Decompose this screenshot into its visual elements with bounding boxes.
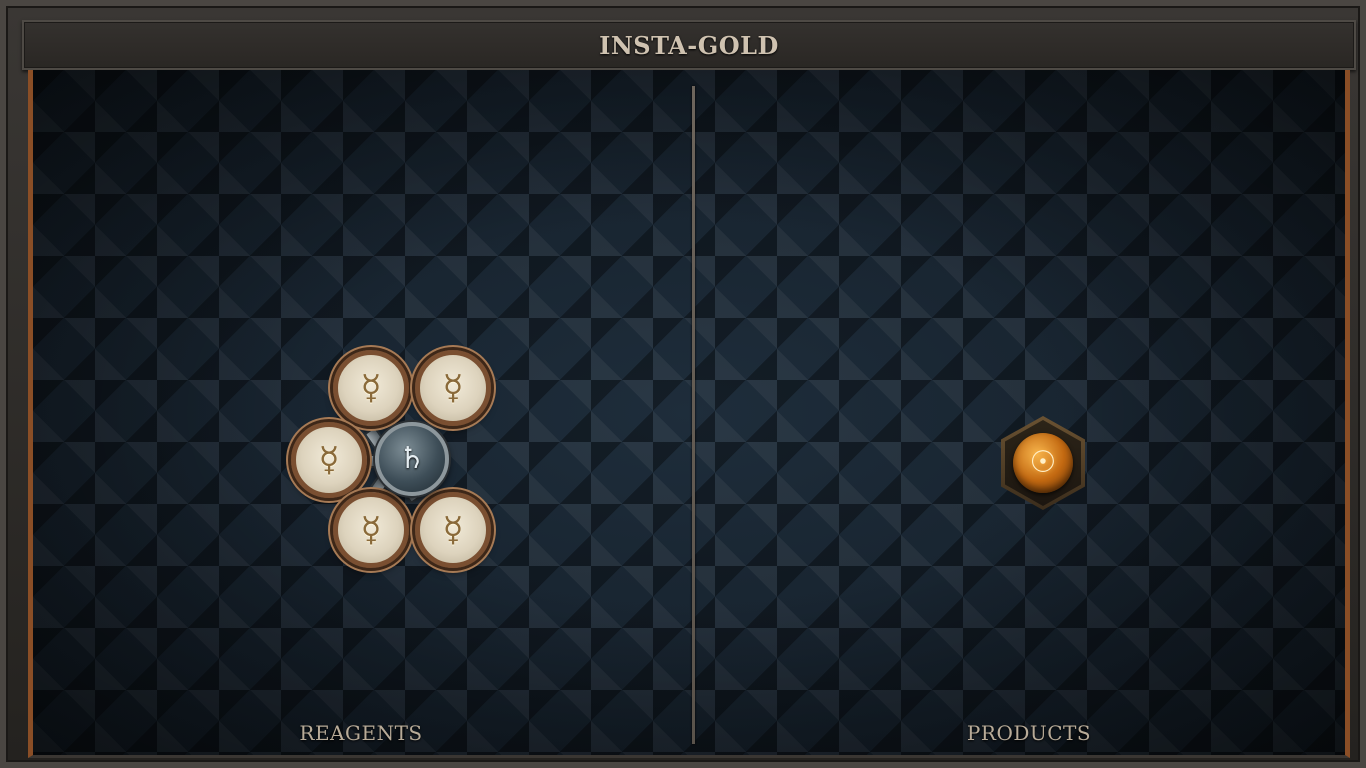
mercury-atom-bottom-right[interactable]: ☿ (415, 492, 491, 568)
mercury-symbol-icon: ☿ (318, 440, 340, 480)
reagents-label: REAGENTS (299, 721, 423, 745)
lead-symbol-icon: ♄ (398, 441, 426, 476)
mercury-atom-left[interactable]: ☿ (291, 422, 367, 498)
title-bar: INSTA-GOLD (22, 20, 1356, 70)
puzzle-title: INSTA-GOLD (599, 30, 779, 60)
mercury-atom-bottom-left[interactable]: ☿ (333, 492, 409, 568)
reagent-molecule[interactable]: ☿ ☿ ☿ ☿ ☿ ♄ (291, 350, 493, 572)
panel-divider (692, 86, 695, 744)
mercury-symbol-icon: ☿ (442, 368, 464, 408)
puzzle-board: ☿ ☿ ☿ ☿ ☿ ♄ ☉ REAGENTS PRODUCTS (28, 70, 1350, 758)
gold-orb: ☉ (1013, 433, 1073, 493)
mercury-symbol-icon: ☿ (360, 510, 382, 550)
mercury-atom-top-left[interactable]: ☿ (333, 350, 409, 426)
mercury-symbol-icon: ☿ (360, 368, 382, 408)
gold-symbol-icon: ☉ (1029, 445, 1057, 480)
gold-product-atom[interactable]: ☉ (1001, 416, 1085, 510)
mercury-atom-top-right[interactable]: ☿ (415, 350, 491, 426)
mercury-symbol-icon: ☿ (442, 510, 464, 550)
products-label: PRODUCTS (966, 721, 1092, 745)
lead-atom-center[interactable]: ♄ (375, 422, 449, 496)
window-frame: INSTA-GOLD ☿ ☿ ☿ ☿ ☿ ♄ ☉ REAGENTS PRODUC… (0, 0, 1366, 768)
